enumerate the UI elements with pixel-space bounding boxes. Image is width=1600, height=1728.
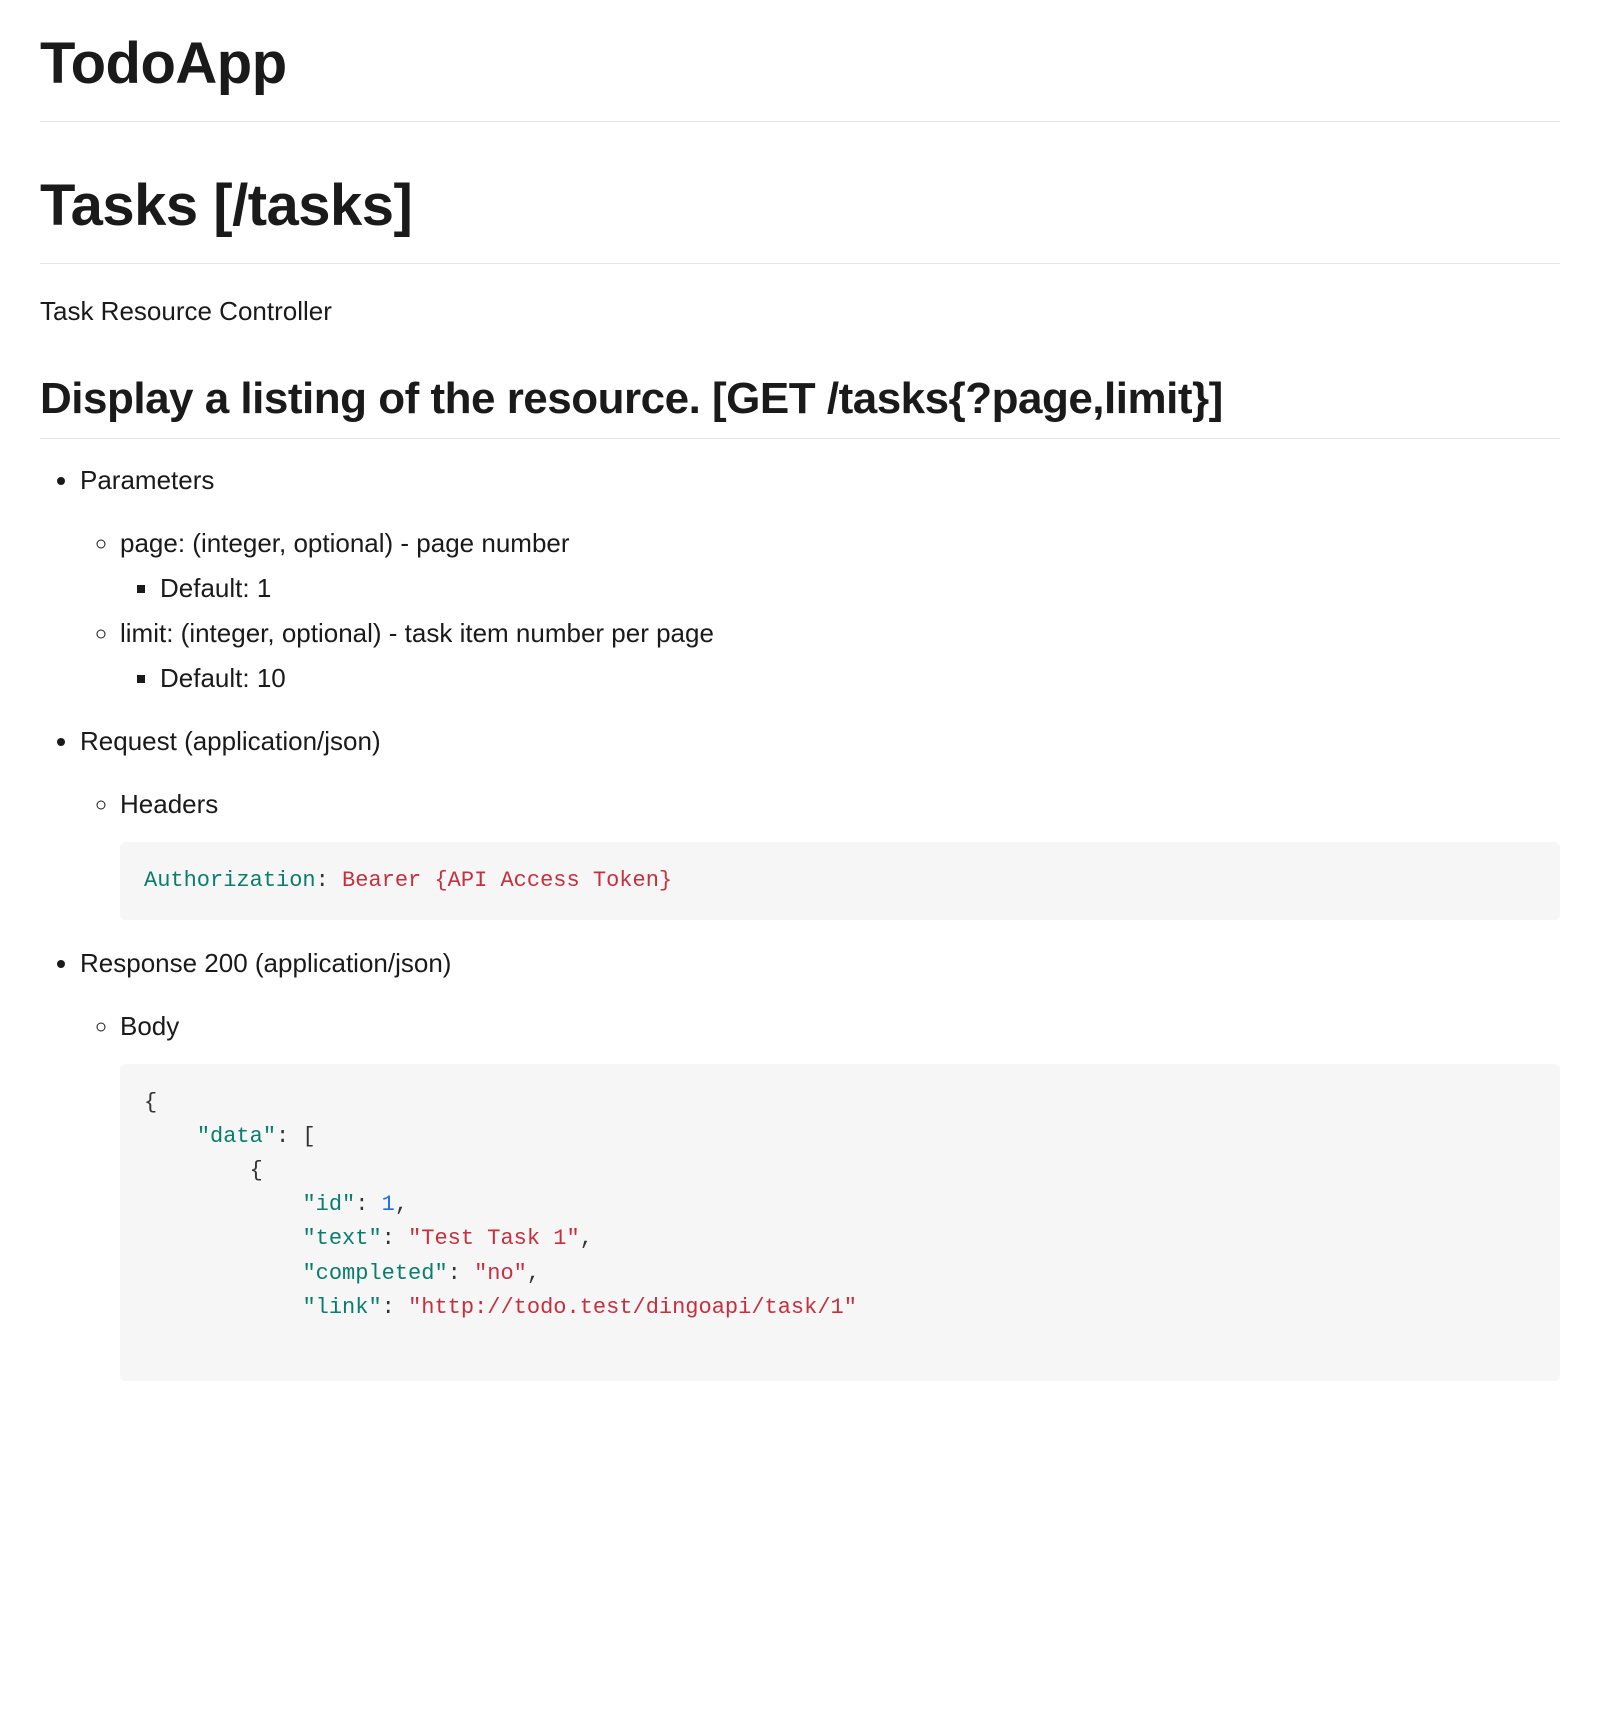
header-sep: : [316, 868, 342, 893]
parameter-default: Default: 10 [160, 659, 1560, 698]
headers-item: Headers Authorization: Bearer {API Acces… [120, 785, 1560, 920]
request-item: Request (application/json) Headers Autho… [80, 722, 1560, 920]
parameters-item: Parameters page: (integer, optional) - p… [80, 461, 1560, 698]
endpoint-title: Display a listing of the resource. [GET … [40, 371, 1560, 439]
parameter-default: Default: 1 [160, 569, 1560, 608]
parameter-line: limit: (integer, optional) - task item n… [120, 618, 714, 648]
headers-code-block: Authorization: Bearer {API Access Token} [120, 842, 1560, 920]
body-label: Body [120, 1011, 179, 1041]
app-title: TodoApp [40, 20, 1560, 122]
parameters-label: Parameters [80, 465, 214, 495]
response-item: Response 200 (application/json) Body { "… [80, 944, 1560, 1381]
header-value: Bearer {API Access Token} [342, 868, 672, 893]
endpoint-details-list: Parameters page: (integer, optional) - p… [40, 461, 1560, 1381]
body-code-block: { "data": [ { "id": 1, "text": "Test Tas… [120, 1064, 1560, 1381]
header-name: Authorization [144, 868, 316, 893]
response-label: Response 200 (application/json) [80, 948, 451, 978]
parameter-item: limit: (integer, optional) - task item n… [120, 614, 1560, 698]
request-label: Request (application/json) [80, 726, 381, 756]
parameters-list: page: (integer, optional) - page number … [80, 524, 1560, 698]
parameter-line: page: (integer, optional) - page number [120, 528, 570, 558]
section-subtitle: Task Resource Controller [40, 292, 1560, 331]
headers-label: Headers [120, 789, 218, 819]
section-title: Tasks [/tasks] [40, 162, 1560, 264]
body-item: Body { "data": [ { "id": 1, "text": "Tes… [120, 1007, 1560, 1381]
parameter-item: page: (integer, optional) - page number … [120, 524, 1560, 608]
